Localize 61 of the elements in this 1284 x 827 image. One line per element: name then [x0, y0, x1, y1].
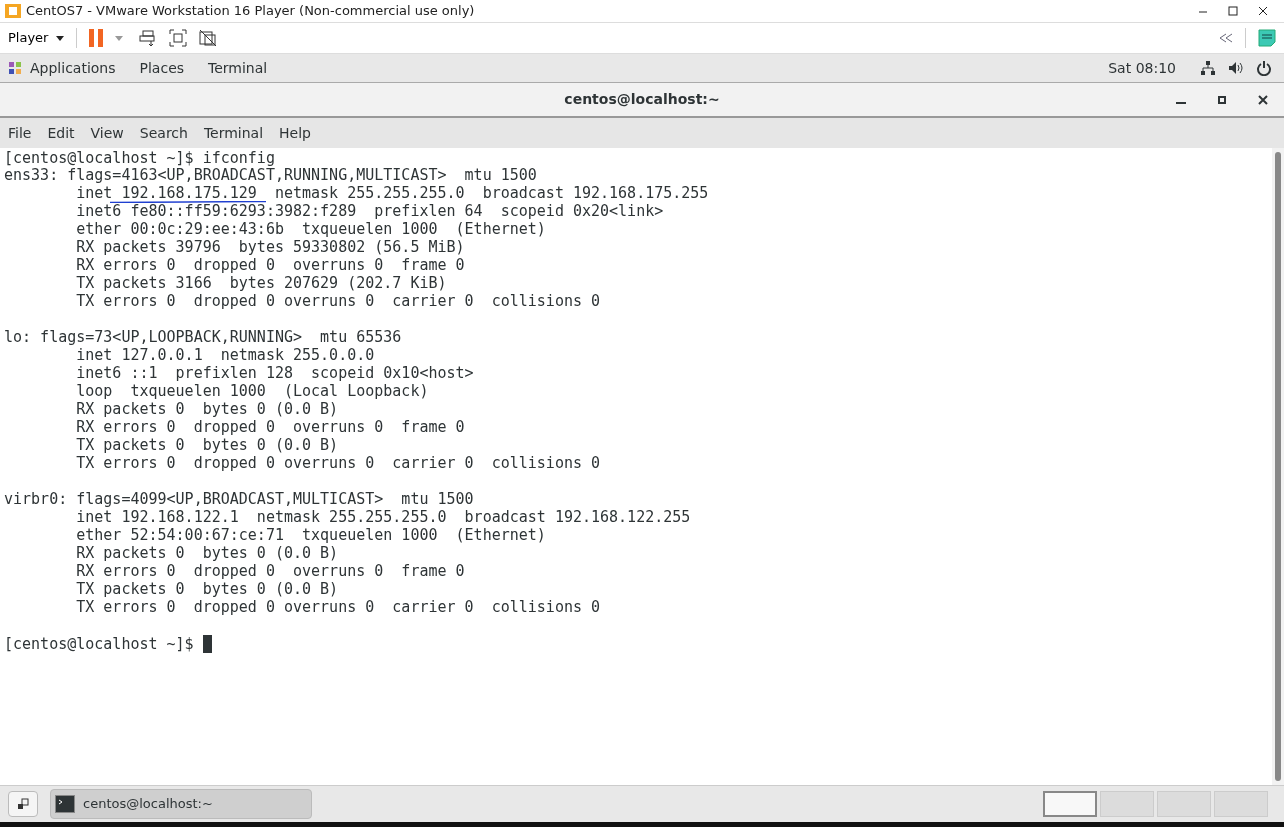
- menu-item[interactable]: Search: [139, 122, 188, 144]
- menu-item[interactable]: View: [90, 122, 124, 144]
- dropdown-caret-icon[interactable]: [115, 35, 124, 41]
- terminal-line: inet 192.168.175.129 netmask 255.255.255.0 broadcast 192.168.175.255: [75, 186, 709, 201]
- menu-item[interactable]: File: [8, 122, 32, 144]
- terminal-line: RX packets 0 bytes 0 (0.0 B): [75, 546, 339, 561]
- terminal-line: RX errors 0 dropped 0 overruns 0 frame 0: [75, 564, 465, 579]
- top-bar-menu[interactable]: Applications: [30, 57, 116, 79]
- clock[interactable]: Sat 08:10: [1108, 57, 1176, 79]
- maximize-icon[interactable]: [1218, 95, 1226, 104]
- terminal-line: RX errors 0 dropped 0 overruns 0 frame 0: [75, 258, 465, 273]
- terminal-line: TX packets 0 bytes 0 (0.0 B): [75, 582, 339, 597]
- close-icon[interactable]: [1258, 6, 1268, 16]
- terminal-line: RX errors 0 dropped 0 overruns 0 frame 0: [75, 420, 465, 435]
- terminal-line: [centos@localhost ~]$ ifconfig: [4, 149, 276, 167]
- pause-icon[interactable]: [89, 29, 104, 47]
- terminal-line: virbr0: flags=4099<UP,BROADCAST,MULTICAST> mtu 1500: [4, 492, 474, 507]
- terminal-line: inet 127.0.0.1 netmask 255.0.0.0: [75, 348, 375, 363]
- caret-icon: [56, 35, 65, 41]
- terminal-line: loop txqueuelen 1000 (Local Loopback): [75, 384, 429, 399]
- maximize-icon[interactable]: [1228, 6, 1238, 16]
- terminal-line: inet6 fe80::ff59:6293:3982:f289 prefixlen 64 scopeid 0x20<link>: [75, 204, 664, 219]
- power-icon[interactable]: [1256, 60, 1272, 76]
- close-icon[interactable]: [1258, 94, 1268, 105]
- terminal-line: ether 52:54:00:67:ce:71 txqueuelen 1000 (Ethernet): [75, 528, 546, 543]
- fullscreen-icon[interactable]: [169, 29, 188, 47]
- scrollbar[interactable]: [1272, 148, 1284, 785]
- player-menu-button[interactable]: Player: [8, 28, 77, 48]
- send-keys-icon[interactable]: [139, 29, 158, 47]
- top-bar-menu[interactable]: Terminal: [208, 57, 268, 79]
- workspace-button[interactable]: [1043, 791, 1097, 817]
- terminal-line: TX errors 0 dropped 0 overruns 0 carrier 0 collisions 0: [75, 294, 601, 309]
- terminal-line: RX packets 0 bytes 0 (0.0 B): [75, 402, 339, 417]
- terminal-prompt: [centos@localhost ~]$: [4, 635, 194, 653]
- menu-item[interactable]: Terminal: [203, 122, 264, 144]
- terminal-line: ens33: flags=4163<UP,BROADCAST,RUNNING,MULTICAST> mtu 1500: [4, 168, 537, 183]
- terminal-line: lo: flags=73<UP,LOOPBACK,RUNNING> mtu 65536: [4, 330, 402, 345]
- collapse-icon[interactable]: [1219, 33, 1233, 43]
- menu-item[interactable]: Edit: [47, 122, 75, 144]
- taskbar-task[interactable]: centos@localhost:~: [50, 789, 312, 819]
- menu-item[interactable]: Help: [279, 122, 311, 144]
- terminal-line: inet6 ::1 prefixlen 128 scopeid 0x10<host>: [75, 366, 474, 381]
- volume-icon[interactable]: [1228, 60, 1244, 76]
- network-icon[interactable]: [1200, 60, 1216, 76]
- app-logo-icon: [4, 3, 22, 19]
- terminal-line: TX packets 0 bytes 0 (0.0 B): [75, 438, 339, 453]
- window-title: CentOS7 - VMware Workstation 16 Player (Non-commercial use only): [26, 2, 475, 21]
- apps-logo-icon[interactable]: [8, 61, 22, 75]
- windows-icon: [17, 798, 29, 810]
- terminal-line: RX packets 39796 bytes 59330802 (56.5 MiB): [75, 240, 465, 255]
- terminal-title: centos@localhost:~: [564, 90, 720, 109]
- text-cursor: [202, 635, 212, 653]
- notes-icon[interactable]: [1258, 29, 1276, 47]
- terminal-line: TX errors 0 dropped 0 overruns 0 carrier 0 collisions 0: [75, 600, 601, 615]
- terminal-line: TX packets 3166 bytes 207629 (202.7 KiB): [75, 276, 447, 291]
- terminal-line: TX errors 0 dropped 0 overruns 0 carrier 0 collisions 0: [75, 456, 601, 471]
- terminal-line: ether 00:0c:29:ee:43:6b txqueuelen 1000 (Ethernet): [75, 222, 546, 237]
- terminal-icon: [55, 795, 75, 813]
- terminal-line: inet 192.168.122.1 netmask 255.255.255.0 broadcast 192.168.122.255: [75, 510, 691, 525]
- show-desktop-button[interactable]: [8, 791, 38, 817]
- top-bar-menu[interactable]: Places: [139, 57, 185, 79]
